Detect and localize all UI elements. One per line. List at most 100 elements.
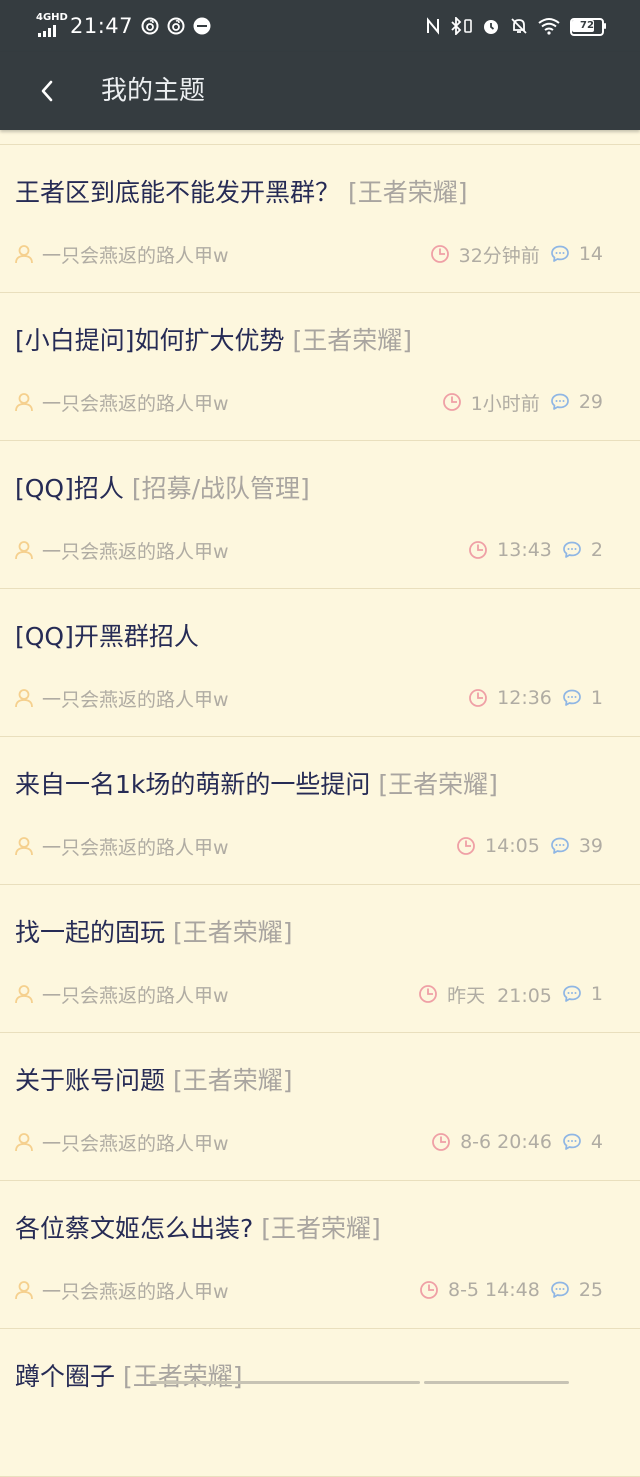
jovi-icon — [193, 17, 211, 35]
bluetooth-icon — [451, 17, 462, 35]
topic-item[interactable]: [QQ]招人 [招募/战队管理] 一只会燕返的路人甲w 13:43 2 — [0, 441, 640, 589]
topic-board-tag[interactable]: [王者荣耀] — [378, 770, 498, 799]
user-icon — [15, 837, 33, 856]
chat-bubble-icon — [550, 393, 569, 410]
topic-item[interactable]: 找一起的固玩 [王者荣耀] 一只会燕返的路人甲w 昨天 21:05 1 — [0, 885, 640, 1033]
topic-author[interactable]: 一只会燕返的路人甲w — [42, 685, 229, 712]
topic-meta: 一只会燕返的路人甲w 14:05 39 — [14, 831, 603, 861]
topic-reply-count: 1 — [590, 687, 603, 709]
chat-bubble-icon — [550, 837, 569, 854]
battery-indicator: 72 — [570, 17, 606, 36]
topic-title: [小白提问]如何扩大优势 [王者荣耀] — [15, 319, 632, 363]
topic-reply-count: 25 — [578, 1279, 603, 1301]
topic-author[interactable]: 一只会燕返的路人甲w — [42, 389, 229, 416]
mute-icon — [511, 18, 527, 34]
scroll-hint-left — [150, 1381, 420, 1384]
topic-meta: 一只会燕返的路人甲w 1小时前 29 — [14, 387, 603, 417]
topic-board-tag[interactable]: [王者荣耀] — [173, 918, 293, 947]
topic-meta: 一只会燕返的路人甲w 8-5 14:48 25 — [14, 1275, 603, 1305]
topic-meta: 一只会燕返的路人甲w 8-6 20:46 4 — [14, 1127, 603, 1157]
clock-icon — [430, 245, 449, 263]
topic-title-text: [QQ]开黑群招人 — [15, 622, 199, 651]
topic-item[interactable]: 关于账号问题 [王者荣耀] 一只会燕返的路人甲w 8-6 20:46 4 — [0, 1033, 640, 1181]
chat-bubble-icon — [563, 1133, 581, 1150]
topic-time: 13:43 — [497, 539, 552, 561]
topic-reply-count: 1 — [590, 983, 603, 1005]
topic-time: 32分钟前 — [458, 244, 540, 267]
user-icon — [15, 393, 33, 412]
topic-title: 蹲个圈子 [王者荣耀] — [15, 1355, 632, 1399]
topic-item[interactable]: 王者区到底能不能发开黑群？ [王者荣耀] 一只会燕返的路人甲w 32分钟前 14 — [0, 145, 640, 293]
topic-title-text: [小白提问]如何扩大优势 — [15, 326, 285, 355]
topic-time: 昨天 21:05 — [447, 984, 552, 1007]
topic-item[interactable]: 蹲个圈子 [王者荣耀] — [0, 1329, 640, 1477]
topic-item[interactable]: [QQ]开黑群招人一只会燕返的路人甲w 12:36 1 — [0, 589, 640, 737]
topic-time: 12:36 — [497, 687, 552, 709]
topic-board-tag[interactable]: [王者荣耀] — [173, 1066, 293, 1095]
topic-board-tag[interactable]: [王者荣耀] — [123, 1362, 243, 1391]
battery-cap — [604, 23, 606, 29]
topic-title: 王者区到底能不能发开黑群？ [王者荣耀] — [15, 171, 632, 215]
topic-reply-count: 4 — [590, 1131, 603, 1153]
clock-icon — [442, 393, 461, 411]
topic-title: 各位蔡文姬怎么出装? [王者荣耀] — [15, 1207, 632, 1251]
topic-title-text: [QQ]招人 — [15, 474, 124, 503]
topic-title-text: 各位蔡文姬怎么出装? — [15, 1214, 254, 1243]
status-time: 21:47 — [70, 14, 134, 38]
topic-board-tag[interactable]: [王者荣耀] — [292, 326, 412, 355]
topic-reply-count: 29 — [578, 391, 603, 413]
netease-music-icon — [141, 17, 159, 35]
battery-level: 72 — [580, 20, 594, 31]
topic-list: 王者区到底能不能发开黑群？ [王者荣耀] 一只会燕返的路人甲w 32分钟前 14 [小白… — [0, 130, 640, 1477]
user-icon — [15, 1133, 33, 1152]
topic-title-text: 王者区到底能不能发开黑群？ — [15, 178, 341, 207]
topic-author[interactable]: 一只会燕返的路人甲w — [42, 241, 229, 268]
topic-title: 关于账号问题 [王者荣耀] — [15, 1059, 632, 1103]
topic-meta: 一只会燕返的路人甲w 32分钟前 14 — [14, 239, 603, 269]
topic-time: 1小时前 — [470, 392, 540, 415]
topic-item[interactable]: 各位蔡文姬怎么出装? [王者荣耀] 一只会燕返的路人甲w 8-5 14:48 25 — [0, 1181, 640, 1329]
topic-title: [QQ]开黑群招人 — [15, 615, 632, 659]
topic-title: 来自一名1k场的萌新的一些提问 [王者荣耀] — [15, 763, 632, 807]
vibrate-icon — [464, 19, 472, 33]
topic-board-tag[interactable]: [王者荣耀] — [261, 1214, 381, 1243]
chat-bubble-icon — [563, 541, 581, 558]
clock-icon — [469, 689, 488, 707]
topic-item[interactable]: 来自一名1k场的萌新的一些提问 [王者荣耀] 一只会燕返的路人甲w 14:05 39 — [0, 737, 640, 885]
topic-author[interactable]: 一只会燕返的路人甲w — [42, 833, 229, 860]
topic-reply-count: 2 — [590, 539, 603, 561]
topic-author[interactable]: 一只会燕返的路人甲w — [42, 1129, 229, 1156]
status-left: 4GHD 21:47 — [36, 12, 211, 40]
status-bar: 4GHD 21:47 72 — [0, 0, 640, 52]
nfc-icon — [427, 17, 439, 35]
topic-title: [QQ]招人 [招募/战队管理] — [15, 467, 632, 511]
chat-bubble-icon — [563, 689, 581, 706]
user-icon — [15, 245, 33, 264]
clock-icon — [457, 837, 475, 855]
topic-author[interactable]: 一只会燕返的路人甲w — [42, 537, 229, 564]
netease-music-icon — [167, 17, 185, 35]
app-bar: 我的主题 — [0, 52, 640, 130]
topic-time: 14:05 — [485, 835, 540, 857]
user-icon — [15, 689, 33, 708]
user-icon — [15, 1281, 33, 1300]
network-indicator: 4GHD — [36, 13, 68, 39]
topic-reply-count: 39 — [578, 835, 603, 857]
clock-icon — [419, 985, 437, 1003]
topic-author[interactable]: 一只会燕返的路人甲w — [42, 1277, 229, 1304]
topic-meta: 一只会燕返的路人甲w 12:36 1 — [14, 683, 603, 713]
topic-board-tag[interactable]: [王者荣耀] — [348, 178, 468, 207]
signal-icon — [38, 25, 56, 37]
clock-icon — [420, 1281, 438, 1299]
topic-meta: 一只会燕返的路人甲w 13:43 2 — [14, 535, 603, 565]
topic-board-tag[interactable]: [招募/战队管理] — [132, 474, 310, 503]
topic-time: 8-6 20:46 — [460, 1131, 552, 1153]
topic-title-text: 蹲个圈子 — [15, 1362, 116, 1391]
page-title: 我的主题 — [101, 76, 206, 106]
topic-title-text: 关于账号问题 — [15, 1066, 166, 1095]
topic-reply-count: 14 — [578, 243, 603, 265]
topic-author[interactable]: 一只会燕返的路人甲w — [42, 981, 229, 1008]
back-button[interactable] — [24, 68, 70, 114]
topic-item[interactable]: [小白提问]如何扩大优势 [王者荣耀] 一只会燕返的路人甲w 1小时前 29 — [0, 293, 640, 441]
wifi-icon — [538, 18, 560, 35]
